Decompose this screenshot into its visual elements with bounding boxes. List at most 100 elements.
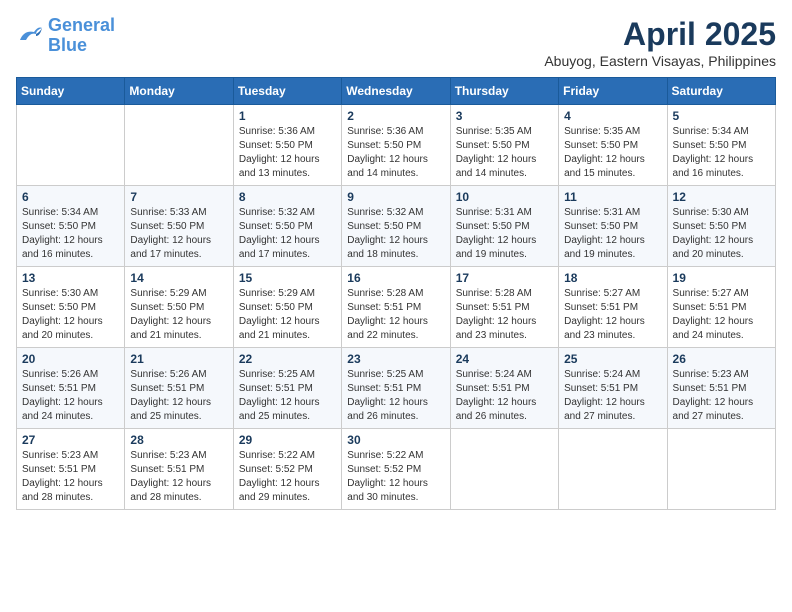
calendar-cell: 25Sunrise: 5:24 AM Sunset: 5:51 PM Dayli… [559, 348, 667, 429]
day-info: Sunrise: 5:32 AM Sunset: 5:50 PM Dayligh… [347, 206, 444, 262]
calendar-table: SundayMondayTuesdayWednesdayThursdayFrid… [16, 77, 776, 510]
calendar-cell: 3 Sunrise: 5:35 AM Sunset: 5:50 PM Daylig… [450, 105, 558, 186]
day-number: 28 [130, 433, 227, 447]
day-info: Sunrise: 5:23 AM Sunset: 5:51 PM Dayligh… [130, 449, 227, 505]
calendar-header-row: SundayMondayTuesdayWednesdayThursdayFrid… [17, 78, 776, 105]
day-info: Sunrise: 5:30 AM Sunset: 5:50 PM Dayligh… [22, 287, 119, 343]
calendar-cell: 18Sunrise: 5:27 AM Sunset: 5:51 PM Dayli… [559, 267, 667, 348]
calendar-cell: 23 Sunrise: 5:25 AM Sunset: 5:51 PM Dayli… [342, 348, 450, 429]
weekday-header: Monday [125, 78, 233, 105]
day-number: 16 [347, 271, 444, 285]
calendar-cell: 15 Sunrise: 5:29 AM Sunset: 5:50 PM Dayli… [233, 267, 341, 348]
calendar-cell [125, 105, 233, 186]
day-info: Sunrise: 5:24 AM Sunset: 5:51 PM Dayligh… [456, 368, 553, 424]
weekday-header: Tuesday [233, 78, 341, 105]
calendar-cell: 29Sunrise: 5:22 AM Sunset: 5:52 PM Dayli… [233, 429, 341, 510]
day-info: Sunrise: 5:35 AM Sunset: 5:50 PM Dayligh… [564, 125, 661, 181]
day-number: 3 [456, 109, 553, 123]
day-number: 12 [673, 190, 770, 204]
calendar-cell: 12Sunrise: 5:30 AM Sunset: 5:50 PM Dayli… [667, 186, 775, 267]
day-info: Sunrise: 5:34 AM Sunset: 5:50 PM Dayligh… [22, 206, 119, 262]
calendar-cell: 19 Sunrise: 5:27 AM Sunset: 5:51 PM Dayli… [667, 267, 775, 348]
calendar-week-row: 6 Sunrise: 5:34 AM Sunset: 5:50 PM Daylig… [17, 186, 776, 267]
day-info: Sunrise: 5:34 AM Sunset: 5:50 PM Dayligh… [673, 125, 770, 181]
location-title: Abuyog, Eastern Visayas, Philippines [544, 53, 776, 69]
day-info: Sunrise: 5:26 AM Sunset: 5:51 PM Dayligh… [22, 368, 119, 424]
logo: General Blue [16, 16, 115, 56]
calendar-cell: 10Sunrise: 5:31 AM Sunset: 5:50 PM Dayli… [450, 186, 558, 267]
day-number: 22 [239, 352, 336, 366]
day-info: Sunrise: 5:23 AM Sunset: 5:51 PM Dayligh… [22, 449, 119, 505]
calendar-cell: 14Sunrise: 5:29 AM Sunset: 5:50 PM Dayli… [125, 267, 233, 348]
day-number: 8 [239, 190, 336, 204]
calendar-cell [559, 429, 667, 510]
day-info: Sunrise: 5:22 AM Sunset: 5:52 PM Dayligh… [347, 449, 444, 505]
calendar-week-row: 27Sunrise: 5:23 AM Sunset: 5:51 PM Dayli… [17, 429, 776, 510]
day-info: Sunrise: 5:27 AM Sunset: 5:51 PM Dayligh… [673, 287, 770, 343]
day-number: 11 [564, 190, 661, 204]
day-number: 23 [347, 352, 444, 366]
calendar-cell: 8 Sunrise: 5:32 AM Sunset: 5:50 PM Daylig… [233, 186, 341, 267]
day-number: 14 [130, 271, 227, 285]
logo-icon [16, 22, 44, 50]
day-info: Sunrise: 5:28 AM Sunset: 5:51 PM Dayligh… [456, 287, 553, 343]
day-number: 1 [239, 109, 336, 123]
day-number: 6 [22, 190, 119, 204]
weekday-header: Wednesday [342, 78, 450, 105]
logo-text: General Blue [48, 16, 115, 56]
day-info: Sunrise: 5:32 AM Sunset: 5:50 PM Dayligh… [239, 206, 336, 262]
day-number: 19 [673, 271, 770, 285]
calendar-cell: 22 Sunrise: 5:25 AM Sunset: 5:51 PM Dayli… [233, 348, 341, 429]
calendar-cell: 11 Sunrise: 5:31 AM Sunset: 5:50 PM Dayli… [559, 186, 667, 267]
weekday-header: Thursday [450, 78, 558, 105]
calendar-cell: 13 Sunrise: 5:30 AM Sunset: 5:50 PM Dayli… [17, 267, 125, 348]
day-info: Sunrise: 5:36 AM Sunset: 5:50 PM Dayligh… [347, 125, 444, 181]
weekday-header: Sunday [17, 78, 125, 105]
day-info: Sunrise: 5:35 AM Sunset: 5:50 PM Dayligh… [456, 125, 553, 181]
day-info: Sunrise: 5:28 AM Sunset: 5:51 PM Dayligh… [347, 287, 444, 343]
calendar-cell: 17Sunrise: 5:28 AM Sunset: 5:51 PM Dayli… [450, 267, 558, 348]
day-info: Sunrise: 5:29 AM Sunset: 5:50 PM Dayligh… [239, 287, 336, 343]
calendar-week-row: 13 Sunrise: 5:30 AM Sunset: 5:50 PM Dayli… [17, 267, 776, 348]
day-number: 2 [347, 109, 444, 123]
day-number: 13 [22, 271, 119, 285]
day-info: Sunrise: 5:25 AM Sunset: 5:51 PM Dayligh… [239, 368, 336, 424]
day-info: Sunrise: 5:36 AM Sunset: 5:50 PM Dayligh… [239, 125, 336, 181]
day-info: Sunrise: 5:33 AM Sunset: 5:50 PM Dayligh… [130, 206, 227, 262]
month-title: April 2025 [544, 16, 776, 53]
day-info: Sunrise: 5:27 AM Sunset: 5:51 PM Dayligh… [564, 287, 661, 343]
calendar-cell [17, 105, 125, 186]
calendar-cell: 7 Sunrise: 5:33 AM Sunset: 5:50 PM Daylig… [125, 186, 233, 267]
page-header: General Blue April 2025 Abuyog, Eastern … [16, 16, 776, 69]
day-number: 7 [130, 190, 227, 204]
day-info: Sunrise: 5:26 AM Sunset: 5:51 PM Dayligh… [130, 368, 227, 424]
calendar-cell: 28 Sunrise: 5:23 AM Sunset: 5:51 PM Dayli… [125, 429, 233, 510]
day-number: 15 [239, 271, 336, 285]
day-number: 25 [564, 352, 661, 366]
calendar-cell [667, 429, 775, 510]
calendar-week-row: 20Sunrise: 5:26 AM Sunset: 5:51 PM Dayli… [17, 348, 776, 429]
day-number: 30 [347, 433, 444, 447]
calendar-cell: 26Sunrise: 5:23 AM Sunset: 5:51 PM Dayli… [667, 348, 775, 429]
day-info: Sunrise: 5:31 AM Sunset: 5:50 PM Dayligh… [456, 206, 553, 262]
calendar-cell: 9 Sunrise: 5:32 AM Sunset: 5:50 PM Daylig… [342, 186, 450, 267]
calendar-cell: 30 Sunrise: 5:22 AM Sunset: 5:52 PM Dayli… [342, 429, 450, 510]
calendar-cell: 5 Sunrise: 5:34 AM Sunset: 5:50 PM Daylig… [667, 105, 775, 186]
calendar-cell: 1 Sunrise: 5:36 AM Sunset: 5:50 PM Daylig… [233, 105, 341, 186]
calendar-cell: 27Sunrise: 5:23 AM Sunset: 5:51 PM Dayli… [17, 429, 125, 510]
calendar-cell: 16 Sunrise: 5:28 AM Sunset: 5:51 PM Dayli… [342, 267, 450, 348]
calendar-cell: 2 Sunrise: 5:36 AM Sunset: 5:50 PM Daylig… [342, 105, 450, 186]
calendar-cell: 4Sunrise: 5:35 AM Sunset: 5:50 PM Daylig… [559, 105, 667, 186]
day-info: Sunrise: 5:23 AM Sunset: 5:51 PM Dayligh… [673, 368, 770, 424]
calendar-cell [450, 429, 558, 510]
day-number: 9 [347, 190, 444, 204]
title-block: April 2025 Abuyog, Eastern Visayas, Phil… [544, 16, 776, 69]
day-info: Sunrise: 5:25 AM Sunset: 5:51 PM Dayligh… [347, 368, 444, 424]
day-number: 24 [456, 352, 553, 366]
day-number: 5 [673, 109, 770, 123]
day-info: Sunrise: 5:31 AM Sunset: 5:50 PM Dayligh… [564, 206, 661, 262]
calendar-week-row: 1 Sunrise: 5:36 AM Sunset: 5:50 PM Daylig… [17, 105, 776, 186]
day-info: Sunrise: 5:22 AM Sunset: 5:52 PM Dayligh… [239, 449, 336, 505]
calendar-cell: 6 Sunrise: 5:34 AM Sunset: 5:50 PM Daylig… [17, 186, 125, 267]
weekday-header: Saturday [667, 78, 775, 105]
